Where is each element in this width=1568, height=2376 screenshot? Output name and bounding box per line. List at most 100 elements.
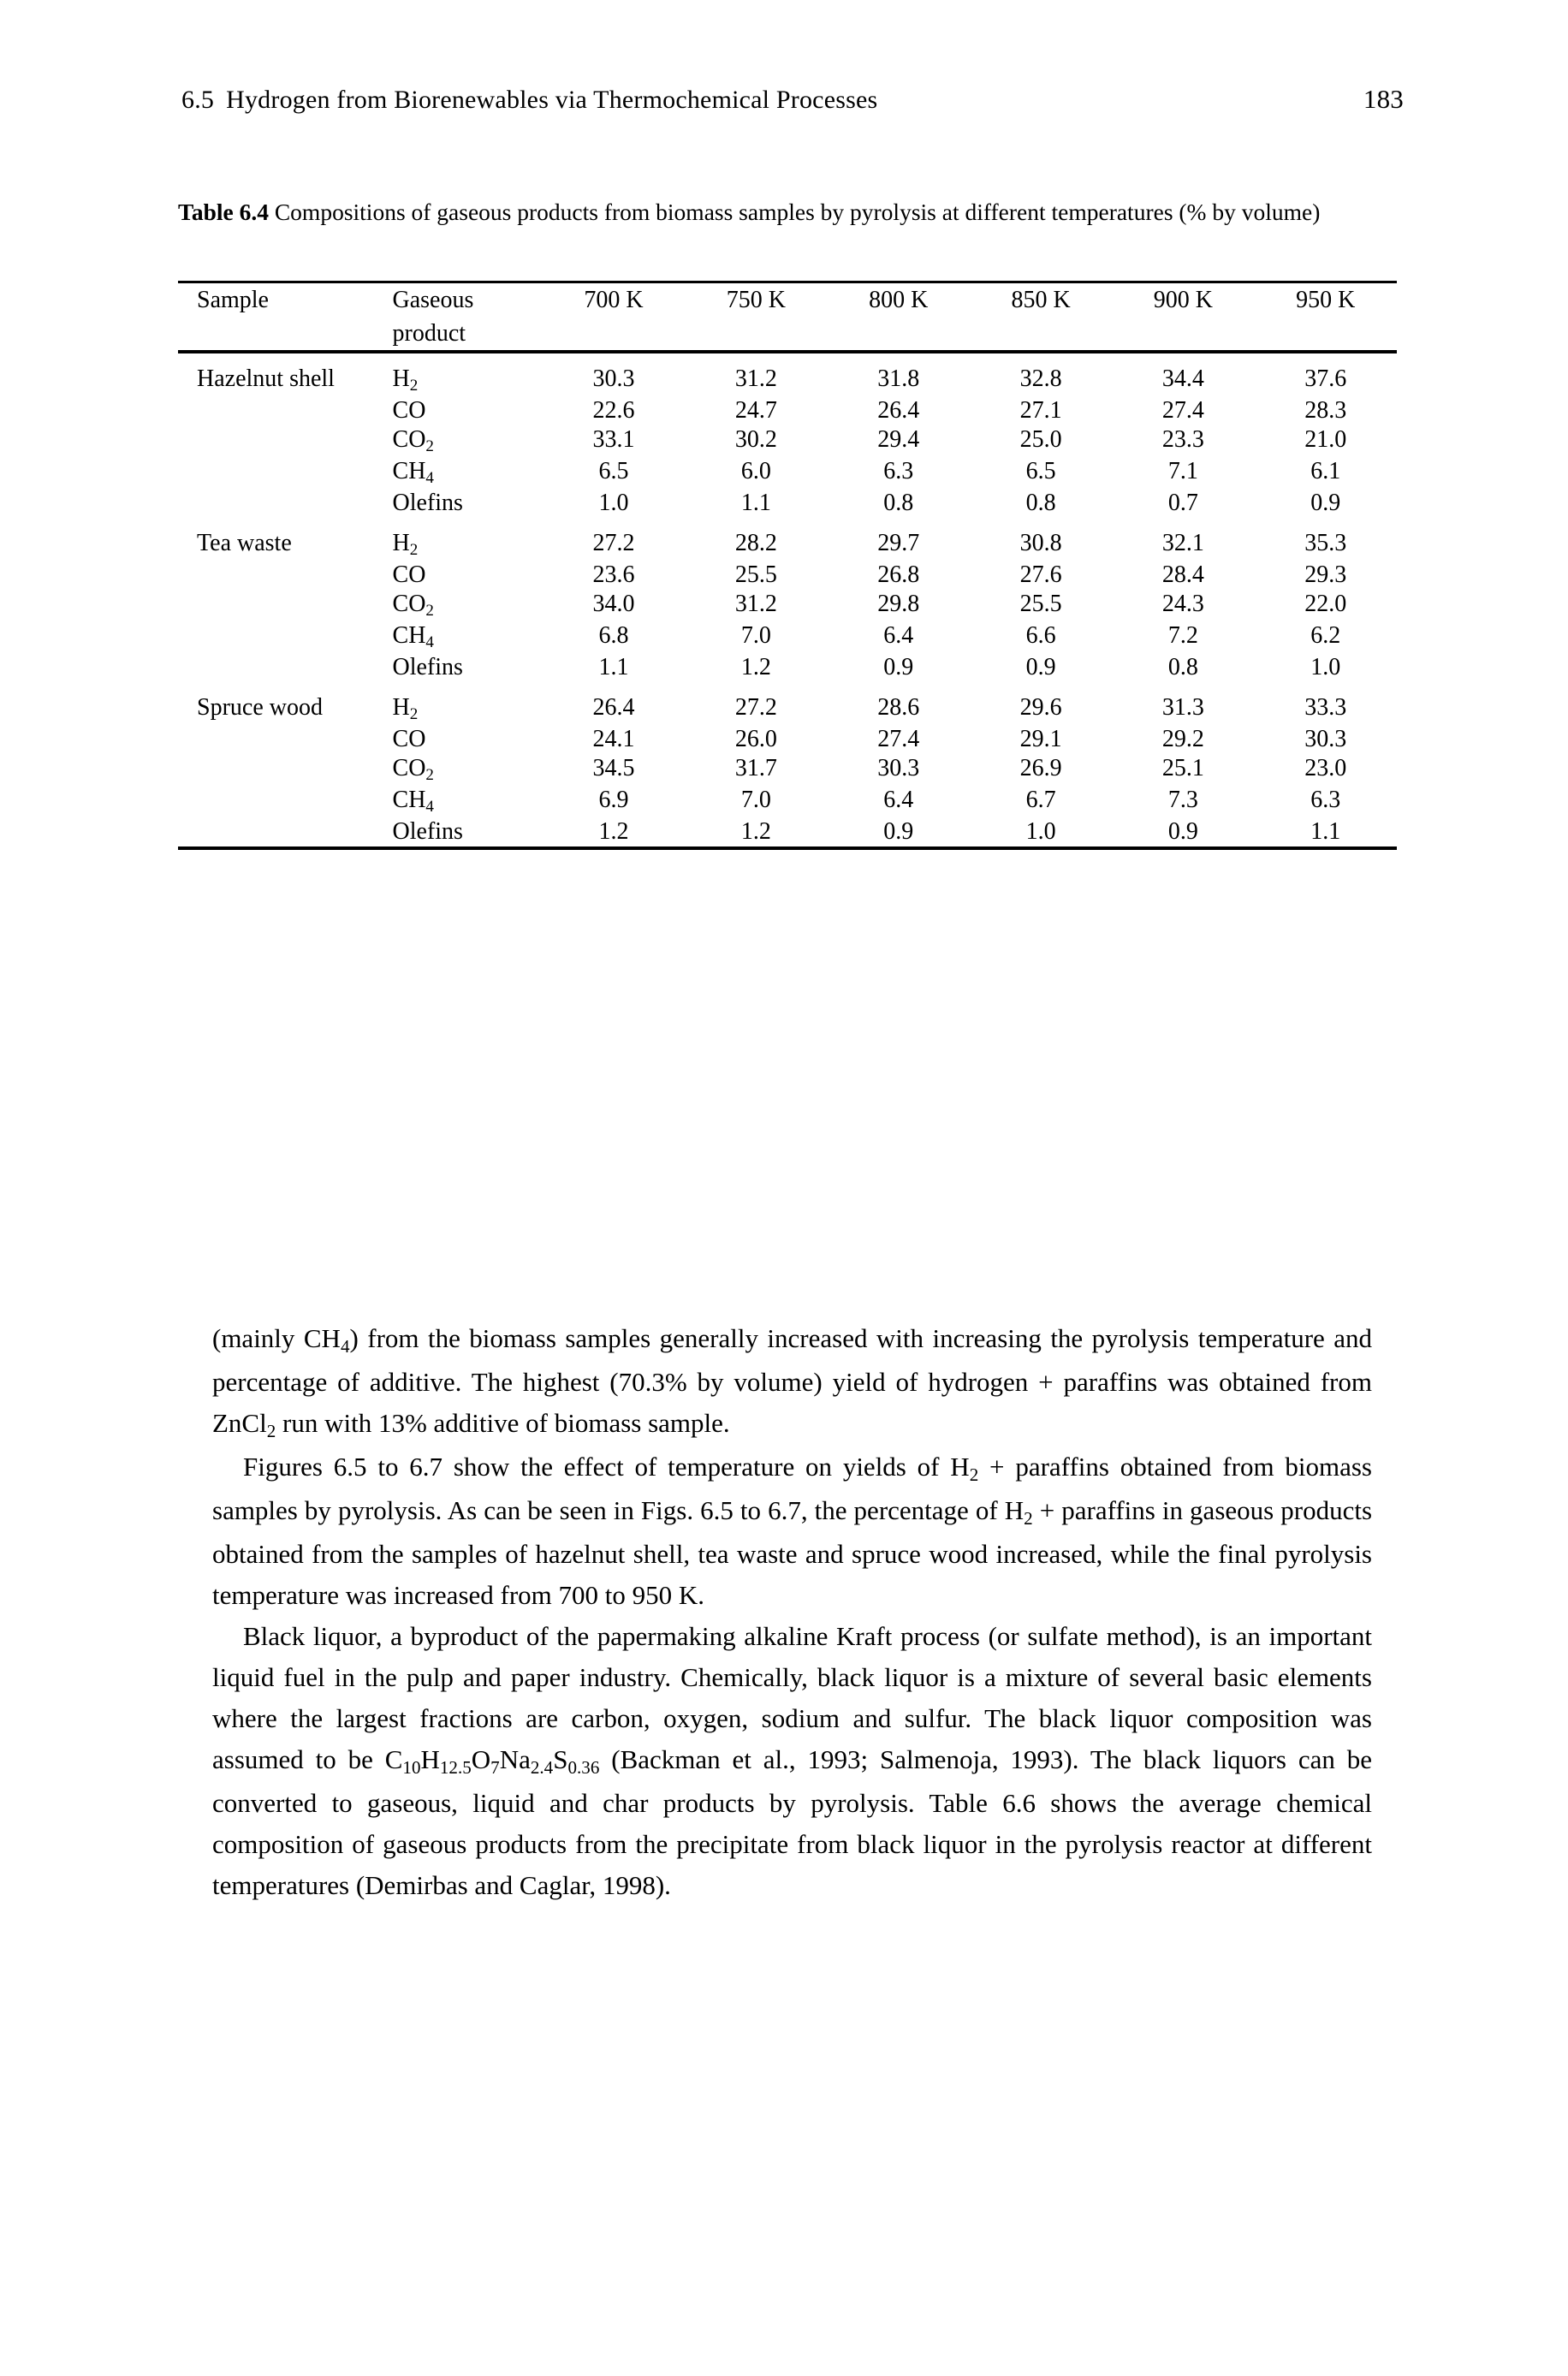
- cell-value-900k: 7.3: [1167, 787, 1198, 813]
- cell-value-950k: 29.3: [1304, 561, 1347, 588]
- cell-value-950k: 35.3: [1304, 530, 1347, 556]
- paragraph-2: Figures 6.5 to 6.7 show the effect of te…: [212, 1452, 1373, 1610]
- cell-value-800k: 0.9: [883, 818, 914, 845]
- cell-value-700k: 6.8: [598, 622, 629, 649]
- cell-value-900k: 32.1: [1161, 530, 1204, 556]
- cell-gaseous-product: Olefins: [392, 818, 463, 845]
- cell-value-850k: 29.1: [1019, 726, 1062, 752]
- body-text: (mainly CH4) from the biomass samples ge…: [212, 1318, 1372, 1906]
- table-row: Hazelnut shell H2 30.3 31.2 31.8 32.8 34.4 37.6: [178, 353, 1397, 396]
- cell-value-950k: 6.1: [1310, 458, 1341, 484]
- gas-composition-table: Sample Gaseous product 700 K 750 K 800 K…: [178, 281, 1397, 852]
- section-number: 6.5: [181, 86, 215, 114]
- cell-value-750k: 28.2: [734, 530, 777, 556]
- table-row: CO2 33.1 30.2 29.4 25.0 23.3 21.0: [178, 425, 1397, 457]
- cell-value-750k: 31.2: [734, 365, 777, 392]
- table-row: CO2 34.0 31.2 29.8 25.5 24.3 22.0: [178, 590, 1397, 621]
- cell-value-800k: 26.4: [877, 397, 920, 424]
- cell-value-900k: 7.1: [1167, 458, 1198, 484]
- cell-value-800k: 31.8: [877, 365, 920, 392]
- cell-value-950k: 0.9: [1310, 490, 1341, 516]
- column-header-700k: 700 K: [584, 287, 644, 313]
- cell-value-750k: 26.0: [734, 726, 777, 752]
- cell-value-800k: 6.4: [883, 787, 914, 813]
- cell-value-750k: 6.0: [740, 458, 771, 484]
- section-title: Hydrogen from Biorenewables via Thermoch…: [226, 86, 878, 114]
- cell-value-750k: 24.7: [734, 397, 777, 424]
- cell-gaseous-product: CO2: [392, 426, 434, 456]
- cell-value-850k: 27.6: [1019, 561, 1062, 588]
- cell-sample: [178, 653, 393, 682]
- running-header: 6.5 Hydrogen from Biorenewables via Therm…: [181, 84, 1404, 115]
- paragraph-3: Black liquor, a byproduct of the paperma…: [212, 1621, 1372, 1900]
- cell-sample: [178, 489, 393, 518]
- column-header-900k: 900 K: [1153, 287, 1214, 313]
- table-rule-bottom: [178, 846, 1397, 852]
- page-title: 6.5 Hydrogen from Biorenewables via Therm…: [181, 86, 877, 115]
- cell-value-950k: 6.3: [1310, 787, 1341, 813]
- cell-value-750k: 30.2: [734, 426, 777, 453]
- cell-gaseous-product: CO: [392, 561, 426, 588]
- cell-value-950k: 37.6: [1304, 365, 1347, 392]
- cell-value-700k: 34.5: [592, 755, 635, 781]
- cell-value-700k: 23.6: [592, 561, 635, 588]
- cell-value-800k: 29.4: [877, 426, 920, 453]
- cell-sample: [178, 725, 393, 754]
- cell-gaseous-product: CO: [392, 397, 426, 424]
- cell-value-900k: 24.3: [1161, 591, 1204, 617]
- cell-value-900k: 31.3: [1161, 694, 1204, 721]
- cell-value-800k: 26.8: [877, 561, 920, 588]
- table-row: CO 22.6 24.7 26.4 27.1 27.4 28.3: [178, 396, 1397, 425]
- cell-value-950k: 33.3: [1304, 694, 1347, 721]
- cell-gaseous-product: CH4: [392, 458, 434, 488]
- cell-sample: [178, 396, 393, 425]
- cell-value-700k: 6.9: [598, 787, 629, 813]
- cell-value-700k: 1.2: [598, 818, 629, 845]
- cell-value-850k: 27.1: [1019, 397, 1062, 424]
- cell-gaseous-product: Olefins: [392, 654, 463, 680]
- table-row: Olefins 1.1 1.2 0.9 0.9 0.8 1.0: [178, 653, 1397, 682]
- cell-sample: [178, 786, 393, 817]
- cell-value-750k: 31.7: [734, 755, 777, 781]
- table-row: CO 23.6 25.5 26.8 27.6 28.4 29.3: [178, 561, 1397, 590]
- cell-value-850k: 26.9: [1019, 755, 1062, 781]
- cell-sample: Spruce wood: [197, 694, 323, 721]
- cell-value-850k: 0.8: [1025, 490, 1056, 516]
- cell-value-700k: 27.2: [592, 530, 635, 556]
- cell-value-900k: 0.7: [1167, 490, 1198, 516]
- cell-value-750k: 27.2: [734, 694, 777, 721]
- column-header-850k: 850 K: [1011, 287, 1071, 313]
- cell-value-850k: 32.8: [1019, 365, 1062, 392]
- cell-value-700k: 24.1: [592, 726, 635, 752]
- cell-value-750k: 31.2: [734, 591, 777, 617]
- cell-value-800k: 27.4: [877, 726, 920, 752]
- cell-value-700k: 1.1: [598, 654, 629, 680]
- cell-sample: [178, 817, 393, 848]
- cell-gaseous-product: H2: [392, 694, 419, 724]
- cell-sample: [178, 590, 393, 621]
- gaseous-product-line-1: Gaseous: [392, 287, 474, 313]
- table-row: CH4 6.8 7.0 6.4 6.6 7.2 6.2: [178, 621, 1397, 653]
- gaseous-product-line-2: product: [392, 320, 466, 347]
- cell-sample: [178, 425, 393, 457]
- table-6-4: Sample Gaseous product 700 K 750 K 800 K…: [178, 281, 1397, 852]
- table-header-row: Sample Gaseous product 700 K 750 K 800 K…: [178, 283, 1397, 352]
- cell-value-750k: 1.2: [740, 654, 771, 680]
- cell-gaseous-product: H2: [392, 365, 419, 395]
- cell-value-950k: 21.0: [1304, 426, 1347, 453]
- document-page: 6.5 Hydrogen from Biorenewables via Therm…: [0, 0, 1568, 2376]
- column-header-950k: 950 K: [1296, 287, 1356, 313]
- cell-sample: [178, 621, 393, 653]
- cell-value-800k: 6.3: [883, 458, 914, 484]
- cell-value-950k: 28.3: [1304, 397, 1347, 424]
- cell-value-950k: 1.0: [1310, 654, 1341, 680]
- cell-gaseous-product: Olefins: [392, 490, 463, 516]
- cell-value-700k: 26.4: [592, 694, 635, 721]
- cell-gaseous-product: CO2: [392, 591, 434, 621]
- cell-value-850k: 6.6: [1025, 622, 1056, 649]
- table-row: CO 24.1 26.0 27.4 29.1 29.2 30.3: [178, 725, 1397, 754]
- cell-value-800k: 30.3: [877, 755, 920, 781]
- cell-value-750k: 25.5: [734, 561, 777, 588]
- cell-sample: Tea waste: [197, 530, 292, 556]
- table-row: Spruce wood H2 26.4 27.2 28.6 29.6 31.3 33.3: [178, 682, 1397, 725]
